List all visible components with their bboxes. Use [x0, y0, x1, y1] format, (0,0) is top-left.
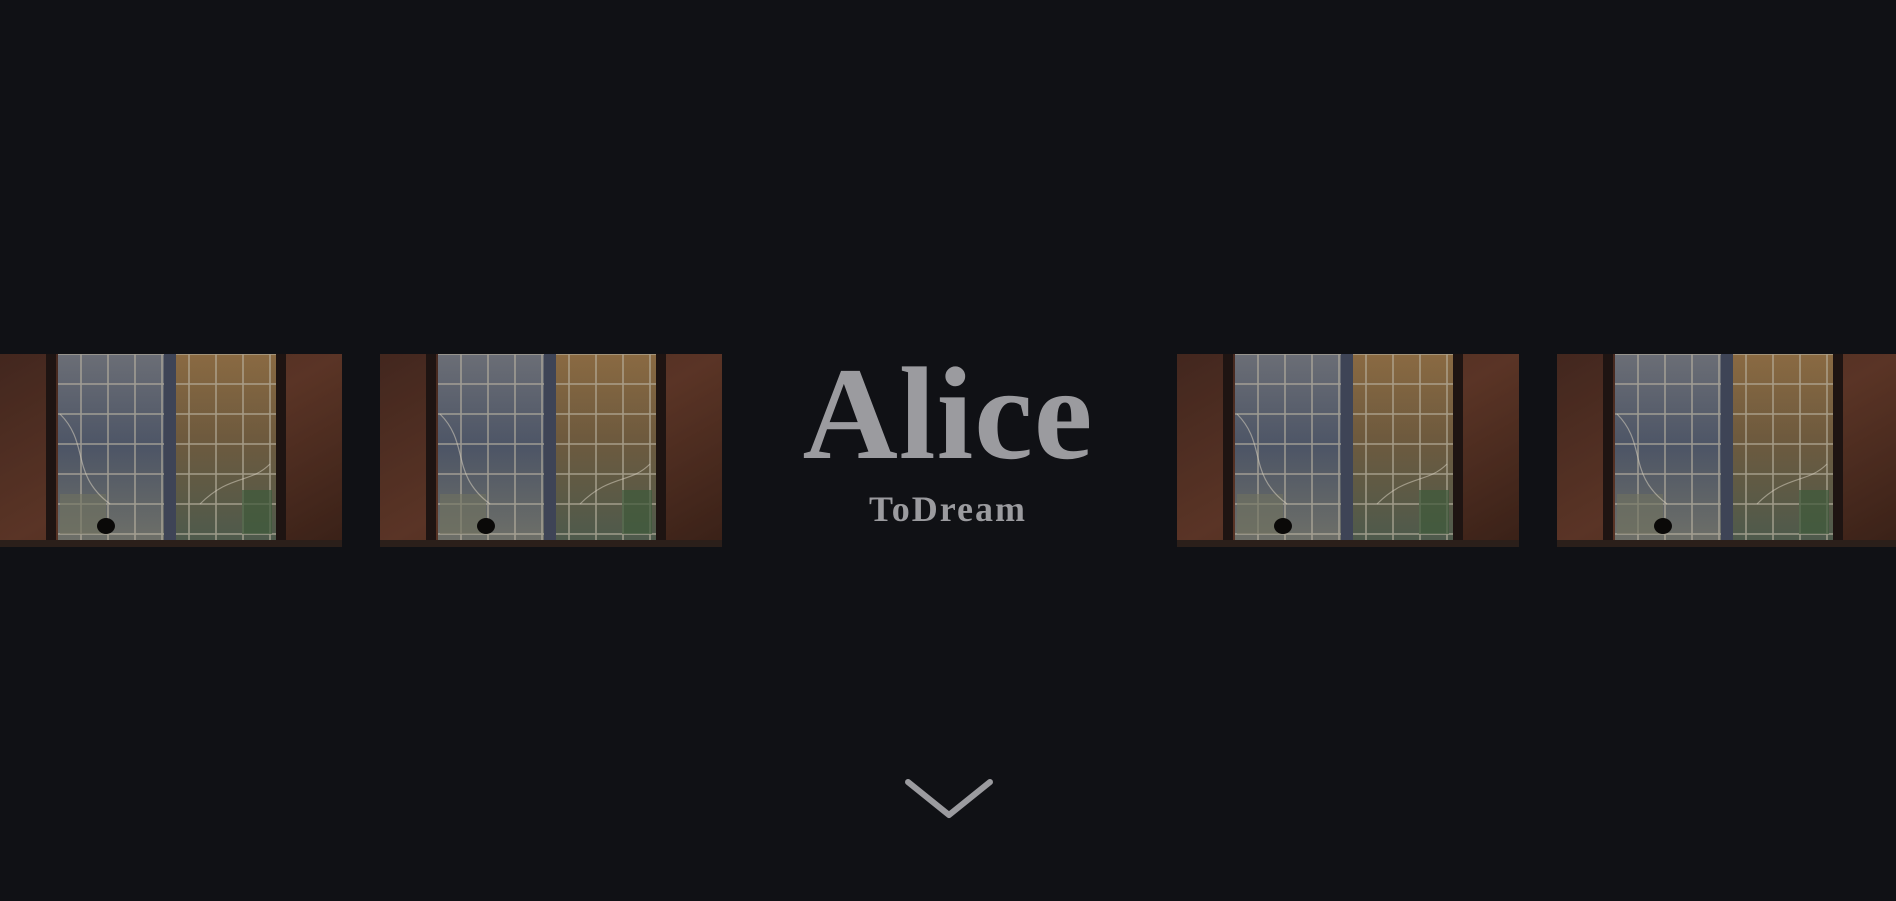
window-image [1177, 354, 1519, 547]
landing-page: Alice ToDream [0, 0, 1896, 901]
scroll-down-button[interactable] [903, 776, 995, 822]
window-image [1557, 354, 1896, 547]
chevron-down-icon [905, 779, 993, 818]
